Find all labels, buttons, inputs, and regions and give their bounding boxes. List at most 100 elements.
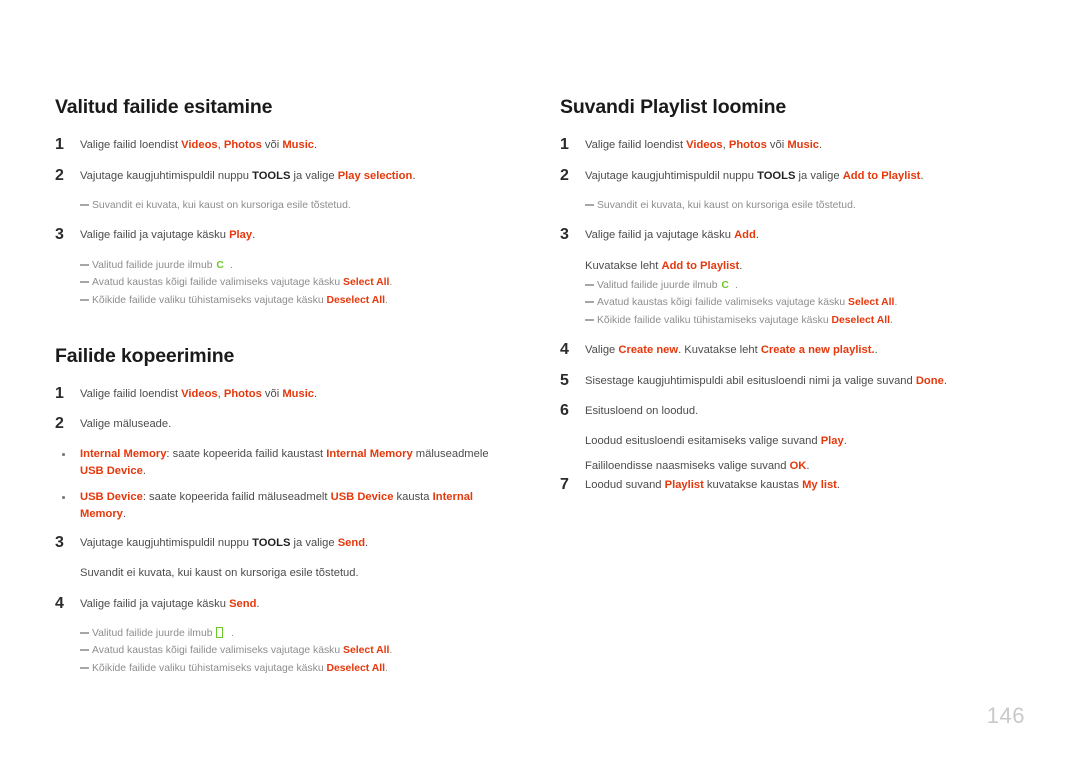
text-run: Vajutage kaugjuhtimispuldil nuppu — [80, 169, 253, 182]
keyword-term: Deselect All — [326, 294, 386, 306]
keyword-term: Photos — [223, 139, 262, 152]
keyword-term: Videos — [181, 387, 218, 400]
numbered-step: 2 Vajutage kaugjuhtimispuldil nuppu TOOLS… — [560, 167, 1000, 184]
numbered-step: 5 Sisestage kaugjuhtimispuldi abil esitus… — [560, 372, 1000, 389]
text-run: . — [836, 478, 841, 491]
text-run: Vajutage kaugjuhtimispuldil nuppu — [80, 536, 253, 549]
dash-bullet-icon — [80, 263, 89, 266]
text-run: Esitusloend on loodud. — [585, 404, 699, 417]
keyword-term: Photos — [223, 387, 262, 400]
step-number: 1 — [55, 384, 64, 402]
right-column: Suvandi Playlist loomine 1 Valige failid l… — [500, 0, 1000, 691]
manual-section: Failide kopeerimine 1 Valige failid loendi… — [55, 345, 500, 677]
text-run: Loodud suvand — [585, 478, 665, 491]
text-run: . — [229, 259, 233, 271]
step-text: Valige failid loendist Videos, Photos võ… — [80, 137, 500, 153]
numbered-step: 3 Valige failid ja vajutage käsku Add. — [560, 226, 1000, 244]
text-run: Valige failid loendist — [80, 387, 182, 400]
text-run: Valige failid ja vajutage käsku — [80, 597, 230, 610]
text-run: . Kuvatakse leht — [678, 344, 761, 357]
text-run: Kõikide failide valiku tühistamiseks vaj… — [92, 663, 327, 675]
text-run: : saate kopeerida failid kaustast — [166, 448, 327, 461]
numbered-step: 6 Esitusloend on loodud. — [560, 402, 1000, 419]
text-run: Kõikide failide valiku tühistamiseks vaj… — [92, 294, 327, 306]
keyword-term: Music — [282, 139, 315, 152]
text-run: mäluseadmele — [412, 448, 489, 461]
keyword-term: USB Device — [330, 490, 394, 503]
keyword-term: Select All — [848, 297, 895, 309]
keyword-term: Add — [734, 229, 756, 242]
manual-section: Valitud failide esitamine 1 Valige failid … — [55, 96, 500, 309]
body-note: Faililoendisse naasmiseks valige suvand … — [585, 458, 1000, 475]
manual-page: Valitud failide esitamine 1 Valige failid … — [0, 0, 1080, 763]
button-term: TOOLS — [252, 169, 291, 182]
text-run: Avatud kaustas kõigi failide valimiseks … — [597, 297, 849, 309]
text-run: Loodud esitusloendi esitamiseks valige s… — [585, 435, 821, 448]
step-number: 3 — [55, 533, 64, 551]
keyword-term: Internal Memory — [80, 448, 167, 461]
note-group: Valitud failide juurde ilmub C. Avatud ka… — [55, 258, 500, 309]
text-run: Valige failid ja vajutage käsku — [80, 229, 230, 242]
dash-bullet-icon — [585, 318, 594, 321]
step-text: Valige mäluseade. — [80, 416, 500, 432]
text-run: Valige failid loendist — [585, 139, 687, 152]
text-run: . — [920, 169, 924, 182]
numbered-step: 1 Valige failid loendist Videos, Photos v… — [55, 384, 500, 402]
bullet-item: Internal Memory: saate kopeerida failid … — [55, 446, 500, 480]
step-number: 4 — [560, 341, 569, 359]
keyword-term: Done — [915, 374, 944, 387]
text-run: : saate kopeerida failid mäluseadmelt — [142, 490, 331, 503]
dash-bullet-icon — [80, 631, 89, 634]
text-run: või — [261, 387, 283, 400]
text-run: Valitud failide juurde ilmub — [597, 279, 721, 291]
manual-section: Suvandi Playlist loomine 1 Valige failid l… — [560, 96, 1000, 493]
numbered-step: 3 Valige failid ja vajutage käsku Play. — [55, 226, 500, 244]
section-title: Failide kopeerimine — [55, 344, 235, 367]
step-number: 3 — [55, 226, 64, 244]
text-run: ja valige — [290, 169, 338, 182]
text-run: . — [894, 297, 898, 309]
selected-mark-icon — [216, 626, 223, 638]
keyword-term: My list — [802, 478, 837, 491]
numbered-step: 7 Loodud suvand Playlist kuvatakse kausta… — [560, 476, 1000, 493]
left-column: Valitud failide esitamine 1 Valige failid … — [0, 0, 500, 691]
keyword-term: Videos — [181, 139, 218, 152]
text-run: . — [142, 465, 146, 478]
step-text: Vajutage kaugjuhtimispuldil nuppu TOOLS … — [80, 535, 500, 551]
dash-bullet-icon — [80, 298, 89, 301]
body-note: Kuvatakse leht Add to Playlist. — [585, 258, 1000, 275]
section-title: Suvandi Playlist loomine — [560, 96, 787, 118]
text-run: Kuvatakse leht — [585, 259, 662, 272]
text-run: Valitud failide juurde ilmub — [92, 627, 216, 639]
text-run: . — [256, 597, 260, 610]
step-text: Esitusloend on loodud. — [585, 403, 1000, 419]
text-run: Suvandit ei kuvata, kui kaust on kursori… — [80, 566, 359, 579]
keyword-term: Photos — [728, 139, 767, 152]
selected-check-icon: C — [721, 279, 729, 291]
text-run: . — [755, 229, 759, 242]
text-run: Kõikide failide valiku tühistamiseks vaj… — [597, 314, 832, 326]
step-text: Valige failid ja vajutage käsku Play. — [80, 227, 500, 243]
text-run: . — [734, 279, 738, 291]
text-run: . — [122, 507, 127, 520]
step-text: Vajutage kaugjuhtimispuldil nuppu TOOLS … — [80, 168, 500, 184]
step-number: 2 — [55, 166, 64, 184]
step-number: 3 — [560, 226, 569, 244]
keyword-term: Send — [229, 597, 257, 610]
dash-note: Suvandit ei kuvata, kui kaust on kursori… — [55, 198, 500, 214]
text-run: . — [314, 387, 318, 400]
dash-note: Kõikide failide valiku tühistamiseks vaj… — [55, 293, 500, 309]
numbered-step: 2 Valige mäluseade. — [55, 415, 500, 432]
step-text: Sisestage kaugjuhtimispuldi abil esitusl… — [585, 373, 1000, 389]
text-run: . — [819, 139, 823, 152]
numbered-step: 1 Valige failid loendist Videos, Photos v… — [55, 136, 500, 153]
dash-bullet-icon — [585, 301, 594, 304]
step-text: Valige failid ja vajutage käsku Add. — [585, 227, 1000, 243]
text-run: Avatud kaustas kõigi failide valimiseks … — [92, 645, 344, 657]
step-text: Valige Create new. Kuvatakse leht Create… — [585, 342, 1000, 358]
step-text: Valige failid loendist Videos, Photos võ… — [80, 386, 500, 402]
dash-bullet-icon — [80, 281, 89, 284]
text-run: ja valige — [795, 169, 843, 182]
numbered-step: 3 Vajutage kaugjuhtimispuldil nuppu TOOLS… — [55, 533, 500, 551]
keyword-term: Music — [787, 139, 820, 152]
